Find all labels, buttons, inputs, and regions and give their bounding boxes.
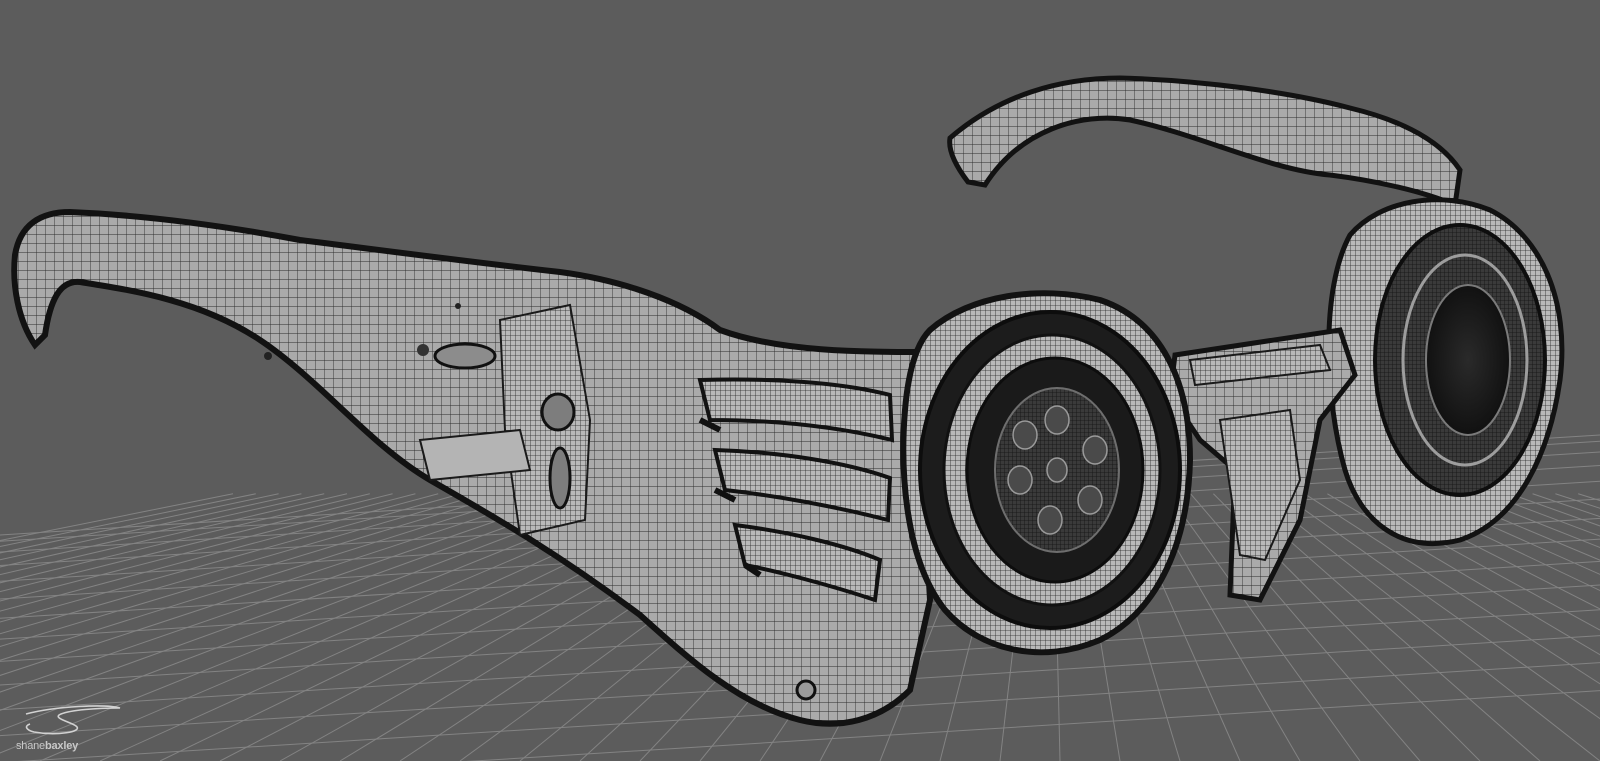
nose-bridge	[1167, 327, 1358, 603]
signature-s-icon	[25, 705, 121, 735]
near-temple-arm	[11, 208, 949, 727]
watermark-text: shanebaxley	[16, 740, 126, 752]
3d-viewport: shanebaxley	[0, 0, 1600, 761]
watermark-first: shane	[16, 740, 45, 752]
near-lens	[900, 290, 1194, 656]
watermark-logo: shanebaxley	[16, 704, 126, 752]
far-temple-arm	[947, 75, 1463, 209]
watermark-last: baxley	[44, 740, 79, 752]
viewport-canvas	[0, 75, 1600, 761]
far-lens	[1326, 197, 1565, 546]
